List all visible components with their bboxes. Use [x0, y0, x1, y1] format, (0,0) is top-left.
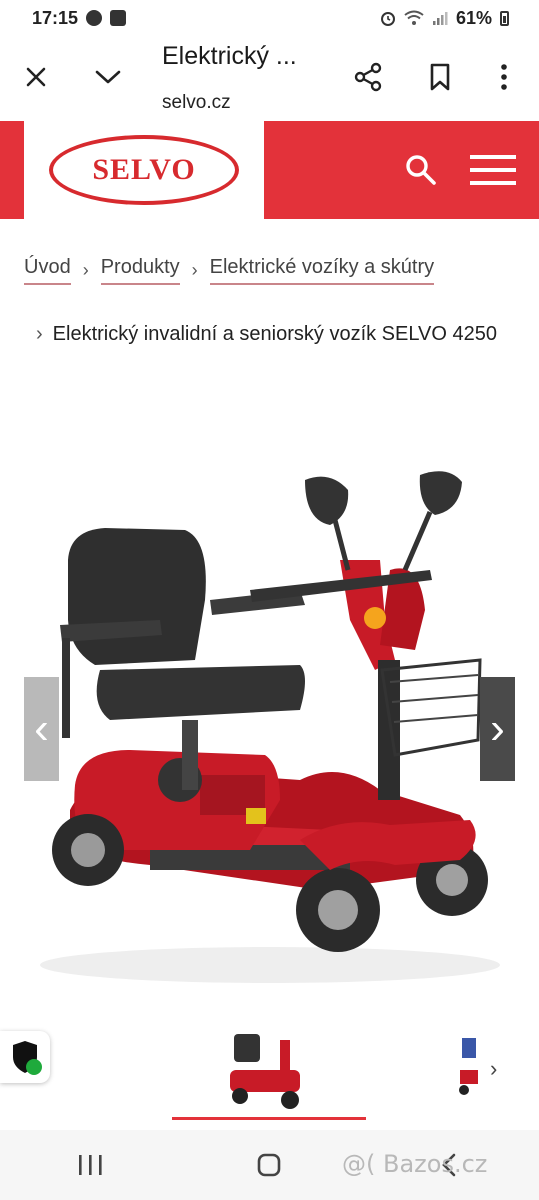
home-icon [258, 1153, 281, 1177]
share-button[interactable] [346, 55, 390, 99]
gallery-thumbnails: › [0, 1020, 539, 1124]
status-time: 17:15 [32, 7, 79, 28]
search-icon [406, 155, 436, 185]
breadcrumb-link-home[interactable]: Úvod [24, 256, 71, 285]
thumbnail-2[interactable] [458, 1030, 478, 1100]
chevron-right-icon: › [490, 704, 505, 753]
more-vertical-icon [501, 64, 507, 90]
status-right: 61% [380, 8, 509, 29]
battery-percent: 61% [455, 7, 492, 28]
home-button[interactable] [239, 1135, 299, 1195]
close-tab-button[interactable] [14, 55, 58, 99]
breadcrumb-separator: › [82, 259, 89, 280]
more-options-button[interactable] [482, 55, 526, 99]
recent-apps-button[interactable] [60, 1135, 120, 1195]
logo-oval: SELVO [49, 135, 239, 205]
watermark: @( Bazos.cz [342, 1150, 488, 1178]
product-gallery: ‹ › [0, 420, 539, 1030]
hamburger-menu-icon [470, 155, 516, 185]
breadcrumb-current: › Elektrický invalidní a seniorský vozík … [24, 312, 514, 357]
chevron-down-icon [95, 70, 121, 84]
site-logo[interactable]: SELVO [24, 121, 264, 219]
breadcrumb-current-label: Elektrický invalidní a seniorský vozík S… [52, 323, 497, 345]
breadcrumb-links: Úvod › Produkty › Elektrické vozíky a sk… [24, 250, 514, 290]
privacy-badge[interactable] [0, 1031, 50, 1083]
breadcrumb-link-category[interactable]: Elektrické vozíky a skútry [209, 256, 435, 285]
breadcrumb-separator: › [36, 323, 43, 345]
gallery-prev-button[interactable]: ‹ [24, 677, 59, 781]
status-bar: 17:15 61% [0, 0, 539, 36]
signal-icon [432, 12, 448, 25]
breadcrumb-separator: › [191, 259, 198, 280]
menu-button[interactable] [464, 147, 522, 193]
shield-icon [13, 1041, 42, 1075]
wifi-icon [404, 10, 424, 25]
bookmark-button[interactable] [418, 55, 462, 99]
recent-apps-icon [78, 1155, 102, 1175]
gallery-notification-icon [110, 10, 127, 26]
alarm-icon [380, 12, 395, 26]
battery-icon [500, 10, 509, 26]
chevron-left-icon: ‹ [34, 704, 49, 753]
thumbnail-active-indicator [172, 1117, 366, 1120]
search-button[interactable] [398, 147, 444, 193]
bookmark-icon [430, 63, 450, 91]
close-icon [26, 67, 46, 87]
logo-text: SELVO [92, 153, 196, 186]
page-title: Elektrický ... [162, 42, 297, 70]
breadcrumb-link-products[interactable]: Produkty [100, 256, 180, 285]
thumbnail-1[interactable] [220, 1020, 320, 1112]
site-header: SELVO [0, 121, 539, 219]
breadcrumb: Úvod › Produkty › Elektrické vozíky a sk… [24, 250, 514, 290]
gallery-next-button[interactable]: › [480, 677, 515, 781]
thumbnails-next-icon[interactable]: › [490, 1056, 497, 1082]
page-url[interactable]: selvo.cz [162, 92, 231, 114]
messenger-icon [86, 10, 103, 26]
status-left: 17:15 [32, 7, 127, 29]
browser-toolbar: Elektrický ... selvo.cz [0, 36, 539, 120]
expand-button[interactable] [86, 55, 130, 99]
share-icon [354, 62, 382, 92]
product-image [40, 471, 500, 983]
